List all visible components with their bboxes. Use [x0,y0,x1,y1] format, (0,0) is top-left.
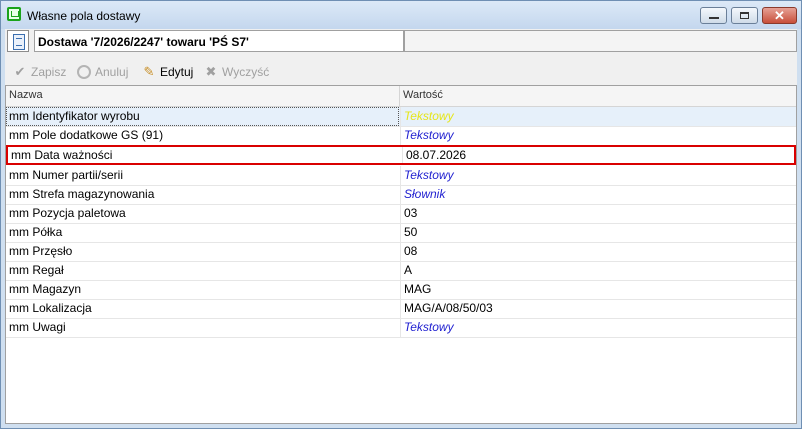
minimize-button[interactable] [700,7,727,24]
field-value[interactable]: 50 [400,223,796,242]
field-name: mm Numer partii/serii [9,168,124,182]
table-row[interactable]: mm Półka 50 [6,223,796,243]
column-header-name[interactable]: Nazwa [9,89,43,101]
field-name: mm Strefa magazynowania [9,187,155,201]
field-name: mm Uwagi [9,320,66,334]
column-header-value[interactable]: Wartość [403,89,443,101]
field-name: mm Data ważności [11,148,113,162]
table-row[interactable]: mm Magazyn MAG [6,280,796,300]
field-value[interactable]: A [400,261,796,280]
edit-button[interactable]: ✎ Edytuj [142,63,194,81]
edit-label: Edytuj [160,65,194,79]
checkmark-icon: ✔ [14,64,26,79]
table-row[interactable]: mm Pole dodatkowe GS (91) Tekstowy [6,126,796,146]
field-value[interactable]: Tekstowy [400,166,796,185]
save-label: Zapisz [31,65,67,79]
clear-button[interactable]: ✖ Wyczyść [204,63,270,81]
document-icon[interactable] [7,30,29,52]
field-value[interactable]: MAG/A/08/50/03 [400,299,796,318]
clear-x-icon: ✖ [205,64,217,79]
field-value[interactable]: 08 [400,242,796,261]
table-row[interactable]: mm Regał A [6,261,796,281]
field-value[interactable]: MAG [400,280,796,299]
cancel-button[interactable]: Anuluj [77,63,128,81]
table-row[interactable]: mm Identyfikator wyrobu Tekstowy [6,107,796,127]
minimize-icon [709,17,719,19]
field-name: mm Przęsło [9,244,73,258]
table-row[interactable]: mm Numer partii/serii Tekstowy [6,166,796,186]
grid-header: Nazwa Wartość [6,86,796,107]
table-row[interactable]: mm Lokalizacja MAG/A/08/50/03 [6,299,796,319]
document-label: Dostawa '7/2026/2247' towaru 'PŚ S7' [34,30,404,52]
maximize-icon [740,12,749,19]
field-name: mm Półka [9,225,63,239]
field-name: mm Regał [9,263,64,277]
table-row[interactable]: mm Strefa magazynowania Słownik [6,185,796,205]
field-name: mm Pozycja paletowa [9,206,126,220]
column-separator[interactable] [399,86,400,106]
field-name: mm Magazyn [9,282,82,296]
field-value[interactable]: Słownik [400,185,796,204]
dialog-window: Własne pola dostawy ✕ Dostawa '7/2026/22… [0,0,802,429]
maximize-button[interactable] [731,7,758,24]
table-row-highlighted[interactable]: mm Data ważności 08.07.2026 [6,145,796,165]
cancel-label: Anuluj [95,65,129,79]
pencil-icon: ✎ [143,64,155,79]
table-row[interactable]: mm Przęsło 08 [6,242,796,262]
window-title: Własne pola dostawy [27,9,141,23]
table-row[interactable]: mm Uwagi Tekstowy [6,318,796,338]
close-button[interactable]: ✕ [762,7,797,24]
table-row[interactable]: mm Pozycja paletowa 03 [6,204,796,224]
toolbar: ✔ Zapisz Anuluj ✎ Edytuj ✖ Wyczyść [5,59,797,85]
field-value[interactable]: Tekstowy [400,318,796,337]
cancel-circle-icon [77,65,91,79]
document-extra-field [404,30,797,52]
field-name: mm Lokalizacja [9,301,92,315]
field-value[interactable]: Tekstowy [400,107,796,126]
field-value[interactable]: Tekstowy [400,126,796,145]
document-bar: Dostawa '7/2026/2247' towaru 'PŚ S7' [5,29,797,55]
title-bar[interactable]: Własne pola dostawy ✕ [1,1,801,29]
basket-icon [7,7,21,21]
field-value[interactable]: 03 [400,204,796,223]
field-name: mm Pole dodatkowe GS (91) [9,128,164,142]
field-value[interactable]: 08.07.2026 [402,147,796,163]
custom-fields-grid[interactable]: Nazwa Wartość mm Identyfikator wyrobu Te… [5,85,797,424]
field-name: mm Identyfikator wyrobu [6,107,399,126]
close-icon: ✕ [774,8,785,23]
save-button[interactable]: ✔ Zapisz [13,63,67,81]
clear-label: Wyczyść [222,65,270,79]
dialog-client-area: Dostawa '7/2026/2247' towaru 'PŚ S7' ✔ Z… [5,29,797,424]
